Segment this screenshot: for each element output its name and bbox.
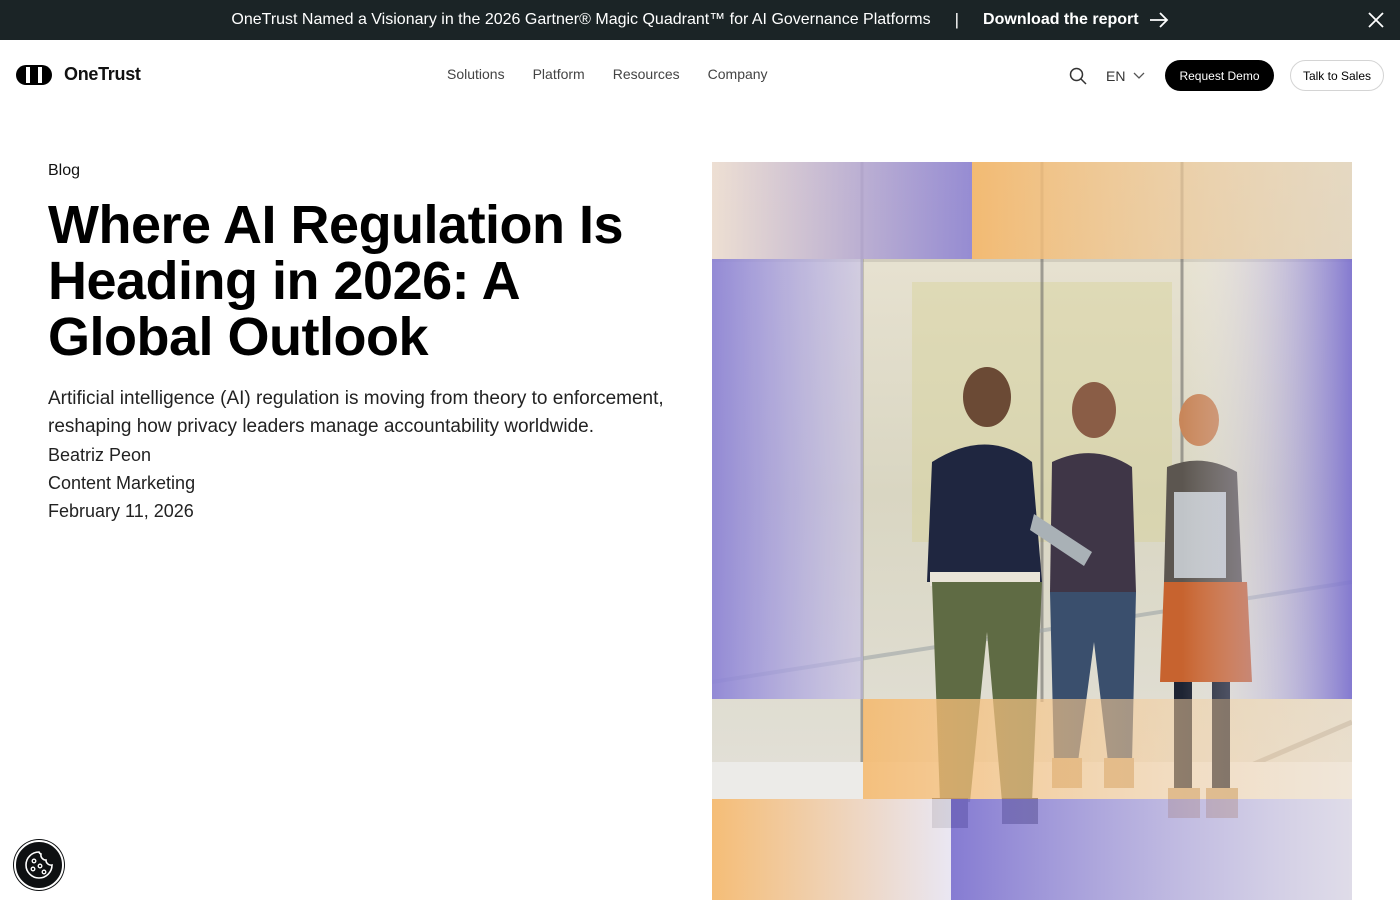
onetrust-logo[interactable]: OneTrust bbox=[16, 64, 141, 85]
cookie-settings-button[interactable] bbox=[14, 840, 64, 890]
chevron-down-icon bbox=[1133, 72, 1145, 79]
menu-item-resources[interactable]: Resources bbox=[613, 66, 680, 82]
primary-menu: Solutions Platform Resources Company bbox=[447, 66, 796, 82]
request-demo-button[interactable]: Request Demo bbox=[1165, 60, 1274, 91]
menu-item-platform[interactable]: Platform bbox=[533, 66, 585, 82]
hero-image bbox=[712, 162, 1352, 900]
onetrust-logo-icon bbox=[16, 64, 52, 85]
menu-item-solutions[interactable]: Solutions bbox=[447, 66, 505, 82]
download-report-link[interactable]: Download the report bbox=[983, 11, 1169, 29]
author-role: Content Marketing bbox=[48, 473, 196, 493]
language-selector[interactable]: EN bbox=[1106, 68, 1145, 84]
publish-date: February 11, 2026 bbox=[48, 501, 194, 521]
banner-separator: | bbox=[954, 10, 960, 29]
main-navigation: OneTrust Solutions Platform Resources Co… bbox=[0, 40, 1400, 110]
close-icon[interactable] bbox=[1368, 12, 1384, 28]
logo-text: OneTrust bbox=[64, 64, 141, 84]
photo-three-people-with-tablet bbox=[712, 162, 1352, 900]
download-report-label: Download the report bbox=[983, 11, 1139, 28]
cookie-icon bbox=[25, 851, 53, 879]
language-label: EN bbox=[1106, 68, 1126, 84]
arrow-right-icon bbox=[1149, 12, 1168, 28]
search-icon[interactable] bbox=[1069, 67, 1087, 85]
announcement-banner: OneTrust Named a Visionary in the 2026 G… bbox=[0, 0, 1400, 40]
blog-category-link[interactable]: Blog bbox=[48, 162, 80, 180]
article-title: Where AI Regulation Is Heading in 2026: … bbox=[48, 195, 624, 367]
author-name: Beatriz Peon bbox=[48, 445, 152, 465]
article-summary: Artificial intelligence (AI) regulation … bbox=[48, 388, 664, 437]
talk-to-sales-button[interactable]: Talk to Sales bbox=[1290, 60, 1384, 91]
banner-message: OneTrust Named a Visionary in the 2026 G… bbox=[231, 11, 931, 28]
menu-item-company[interactable]: Company bbox=[708, 66, 768, 82]
article-header: Blog Where AI Regulation Is Heading in 2… bbox=[48, 162, 678, 525]
